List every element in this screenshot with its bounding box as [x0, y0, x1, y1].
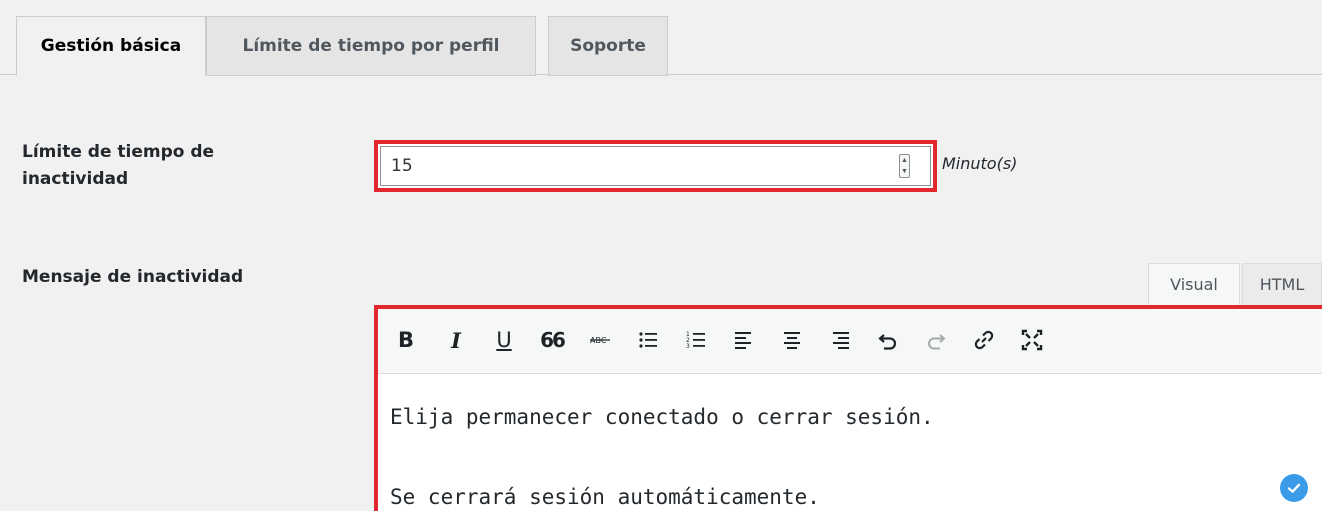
strikethrough-icon[interactable]: ABC [586, 325, 614, 355]
align-right-icon[interactable] [826, 325, 854, 355]
editor-tab-visual-label: Visual [1170, 275, 1218, 294]
editor-content-line[interactable]: Elija permanecer conectado o cerrar sesi… [390, 405, 934, 429]
editor-tab-visual[interactable]: Visual [1148, 263, 1240, 305]
tab-gestion-basica[interactable]: Gestión básica [16, 16, 206, 76]
fullscreen-icon[interactable] [1018, 325, 1046, 355]
blockquote-icon[interactable]: 66 [538, 325, 566, 355]
idle-timeout-unit: Minuto(s) [942, 154, 1018, 173]
underline-icon[interactable]: U [490, 325, 518, 355]
align-left-icon[interactable] [730, 325, 758, 355]
idle-timeout-input[interactable]: 15 ▲ ▼ [380, 146, 931, 186]
settings-page: Gestión básica Límite de tiempo por perf… [0, 0, 1322, 511]
undo-icon[interactable] [874, 325, 902, 355]
bulleted-list-icon[interactable] [634, 325, 662, 355]
editor-tab-html-label: HTML [1259, 275, 1305, 294]
editor-tab-html[interactable]: HTML [1242, 263, 1322, 305]
editor-content-line[interactable]: Se cerrará sesión automáticamente. [390, 485, 820, 509]
idle-message-label: Mensaje de inactividad [22, 267, 244, 287]
italic-icon[interactable]: I [442, 325, 470, 355]
bold-glyph: B [397, 328, 414, 352]
idle-timeout-label-line1: Límite de tiempo de [22, 142, 215, 162]
tab-limite-tiempo-perfil[interactable]: Límite de tiempo por perfil [206, 16, 536, 76]
numbered-list-icon[interactable]: 123 [682, 325, 710, 355]
idle-timeout-highlight: 15 ▲ ▼ [374, 140, 937, 192]
spinner-up-icon[interactable]: ▲ [900, 155, 909, 166]
tab-label: Límite de tiempo por perfil [242, 36, 500, 56]
bold-icon[interactable]: B [392, 325, 420, 355]
idle-timeout-value: 15 [391, 156, 413, 176]
tab-label: Soporte [570, 36, 646, 56]
number-spinner[interactable]: ▲ ▼ [899, 154, 910, 178]
spinner-down-icon[interactable]: ▼ [900, 166, 909, 177]
idle-timeout-label-line2: inactividad [22, 169, 129, 189]
blockquote-glyph: 66 [540, 328, 566, 352]
tab-label: Gestión básica [40, 36, 182, 56]
redo-icon[interactable] [922, 325, 950, 355]
idle-timeout-label: Límite de tiempo de inactividad [22, 139, 214, 193]
svg-text:3: 3 [686, 343, 690, 350]
italic-glyph: I [451, 327, 461, 353]
idle-message-editor: B I U 66 ABC 123 Elija permanecer conect… [374, 305, 1322, 511]
align-center-icon[interactable] [778, 325, 806, 355]
underline-glyph: U [496, 328, 512, 352]
link-icon[interactable] [970, 325, 998, 355]
tab-soporte[interactable]: Soporte [548, 16, 668, 76]
editor-toolbar: B I U 66 ABC 123 [378, 309, 1322, 374]
check-circle-icon [1280, 474, 1308, 502]
settings-tabs: Gestión básica Límite de tiempo por perf… [0, 0, 1322, 76]
